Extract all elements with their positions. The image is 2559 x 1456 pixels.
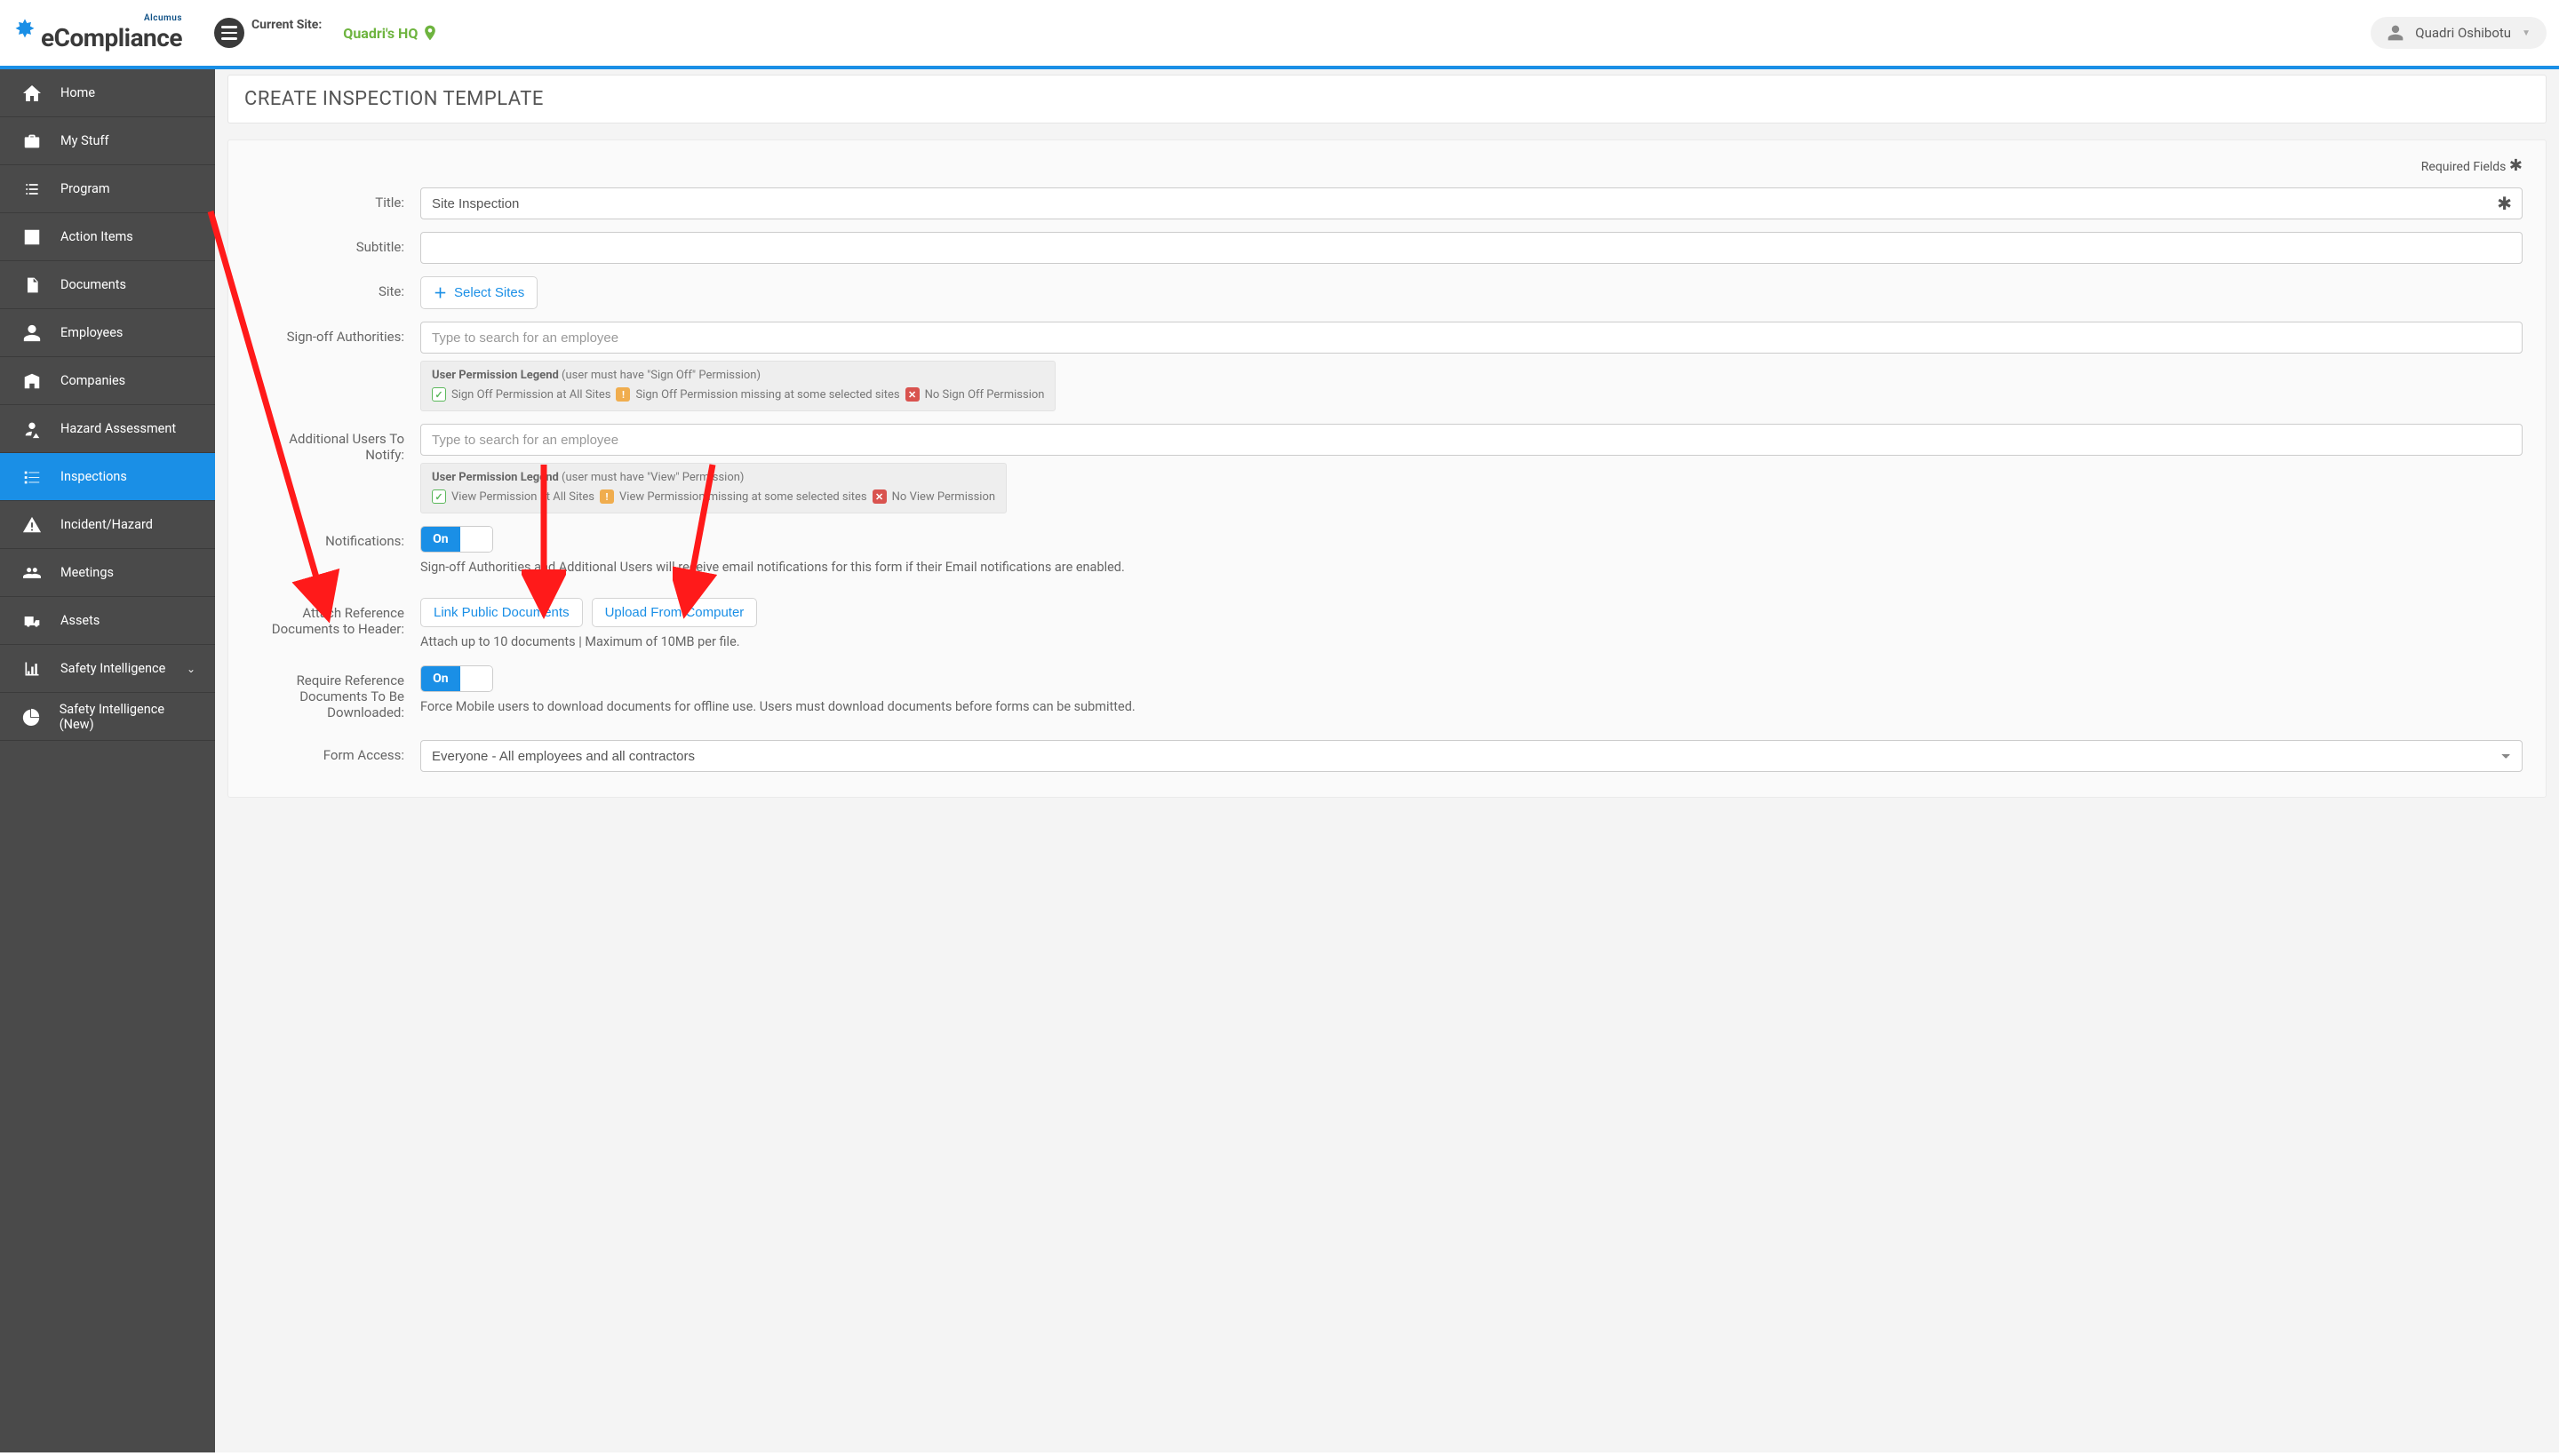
logo-brand: eCompliance (41, 23, 182, 52)
signoff-permission-legend: User Permission Legend (user must have "… (420, 361, 1056, 411)
warn-icon: ! (600, 489, 614, 504)
user-menu[interactable]: Quadri Oshibotu ▼ (2371, 17, 2547, 49)
current-site-name[interactable]: Quadri's HQ (343, 24, 439, 42)
subtitle-input[interactable] (420, 232, 2523, 264)
x-icon: ✕ (905, 387, 920, 402)
sidebar-item-action-items[interactable]: Action Items (0, 213, 215, 261)
people-icon (20, 564, 44, 582)
require-download-toggle[interactable]: On (420, 665, 493, 692)
person-icon (20, 323, 44, 343)
check-icon: ✓ (432, 489, 446, 504)
title-input[interactable] (420, 187, 2523, 219)
attach-documents-help: Attach up to 10 documents | Maximum of 1… (420, 634, 2523, 649)
required-asterisk-icon: ✱ (2497, 193, 2512, 214)
title-label: Title: (251, 187, 420, 211)
home-icon (20, 83, 44, 104)
sidebar-item-inspections[interactable]: Inspections (0, 453, 215, 501)
logo-icon (12, 17, 37, 42)
sidebar-item-mystuff[interactable]: My Stuff (0, 117, 215, 165)
sidebar-item-label: Action Items (60, 229, 133, 244)
sidebar-item-label: Employees (60, 325, 123, 340)
current-site-label: Current Site: (251, 18, 322, 34)
document-icon (20, 274, 44, 296)
briefcase-icon (20, 131, 44, 151)
hazard-person-icon (20, 419, 44, 439)
page-header: CREATE INSPECTION TEMPLATE (227, 75, 2547, 123)
warn-icon: ! (616, 387, 630, 402)
site-label: Site: (251, 276, 420, 299)
sidebar-item-label: My Stuff (60, 133, 109, 148)
plus-icon: ＋ (434, 283, 447, 302)
sidebar-item-label: Inspections (60, 469, 127, 484)
pie-chart-icon (20, 707, 44, 727)
sidebar-item-label: Incident/Hazard (60, 517, 153, 532)
required-fields-label: Required Fields ✱ (251, 156, 2523, 175)
bar-chart-icon (20, 660, 44, 678)
link-public-documents-button[interactable]: Link Public Documents (420, 598, 583, 627)
x-icon: ✕ (873, 489, 887, 504)
form-access-label: Form Access: (251, 740, 420, 763)
logo-company: Alcumus (144, 13, 182, 23)
require-download-help: Force Mobile users to download documents… (420, 699, 2523, 714)
sidebar-item-label: Safety Intelligence (60, 661, 165, 676)
list-icon (20, 180, 44, 198)
warning-icon (20, 515, 44, 535)
main-panel: CREATE INSPECTION TEMPLATE Required Fiel… (215, 69, 2559, 1452)
subtitle-label: Subtitle: (251, 232, 420, 255)
user-name: Quadri Oshibotu (2415, 25, 2511, 41)
building-icon (20, 371, 44, 391)
sidebar-item-label: Program (60, 181, 110, 196)
sidebar-item-program[interactable]: Program (0, 165, 215, 213)
sidebar-item-label: Meetings (60, 565, 114, 580)
notifications-label: Notifications: (251, 526, 420, 549)
sidebar-item-assets[interactable]: Assets (0, 597, 215, 645)
sidebar-item-label: Documents (60, 277, 126, 292)
sidebar-item-label: Hazard Assessment (60, 421, 176, 436)
view-permission-legend: User Permission Legend (user must have "… (420, 463, 1007, 513)
sidebar-item-companies[interactable]: Companies (0, 357, 215, 405)
sidebar-item-label: Companies (60, 373, 125, 388)
notifications-toggle[interactable]: On (420, 526, 493, 553)
site-selector: Current Site: (214, 18, 322, 48)
form-card: Required Fields ✱ Title: ✱ Subtitle: (227, 139, 2547, 798)
sidebar-item-hazard-assessment[interactable]: Hazard Assessment (0, 405, 215, 453)
caret-down-icon: ▼ (2522, 28, 2531, 38)
additional-users-input[interactable] (420, 424, 2523, 456)
hamburger-menu-button[interactable] (214, 18, 244, 48)
form-access-select[interactable]: Everyone - All employees and all contrac… (420, 740, 2523, 772)
select-sites-button[interactable]: ＋Select Sites (420, 276, 538, 309)
top-header: Alcumus eCompliance Current Site: Quadri… (0, 0, 2559, 69)
sidebar-item-meetings[interactable]: Meetings (0, 549, 215, 597)
checklist-icon (20, 467, 44, 487)
sidebar: Home My Stuff Program Action Items Docum… (0, 69, 215, 1452)
upload-from-computer-button[interactable]: Upload From Computer (592, 598, 758, 627)
sidebar-item-documents[interactable]: Documents (0, 261, 215, 309)
signoff-authorities-label: Sign-off Authorities: (251, 322, 420, 345)
signoff-authorities-input[interactable] (420, 322, 2523, 354)
sidebar-item-safety-intelligence-new[interactable]: Safety Intelligence (New) (0, 693, 215, 741)
map-pin-icon (421, 24, 439, 42)
chevron-down-icon: ⌄ (187, 663, 195, 675)
sidebar-item-label: Assets (60, 613, 100, 628)
logo: Alcumus eCompliance (12, 13, 182, 52)
truck-icon (20, 612, 44, 630)
checkbox-icon (20, 227, 44, 247)
check-icon: ✓ (432, 387, 446, 402)
notifications-help: Sign-off Authorities and Additional User… (420, 560, 2523, 575)
sidebar-item-label: Safety Intelligence (New) (60, 702, 195, 732)
page-title: CREATE INSPECTION TEMPLATE (244, 88, 2530, 110)
sidebar-item-label: Home (60, 85, 95, 100)
sidebar-item-incident-hazard[interactable]: Incident/Hazard (0, 501, 215, 549)
asterisk-icon: ✱ (2509, 156, 2523, 175)
require-download-label: Require ReferenceDocuments To BeDownload… (251, 665, 420, 720)
sidebar-item-safety-intelligence[interactable]: Safety Intelligence ⌄ (0, 645, 215, 693)
additional-users-label: Additional Users To Notify: (251, 424, 420, 463)
attach-documents-label: Attach ReferenceDocuments to Header: (251, 598, 420, 637)
user-icon (2387, 24, 2404, 42)
sidebar-item-employees[interactable]: Employees (0, 309, 215, 357)
sidebar-item-home[interactable]: Home (0, 69, 215, 117)
